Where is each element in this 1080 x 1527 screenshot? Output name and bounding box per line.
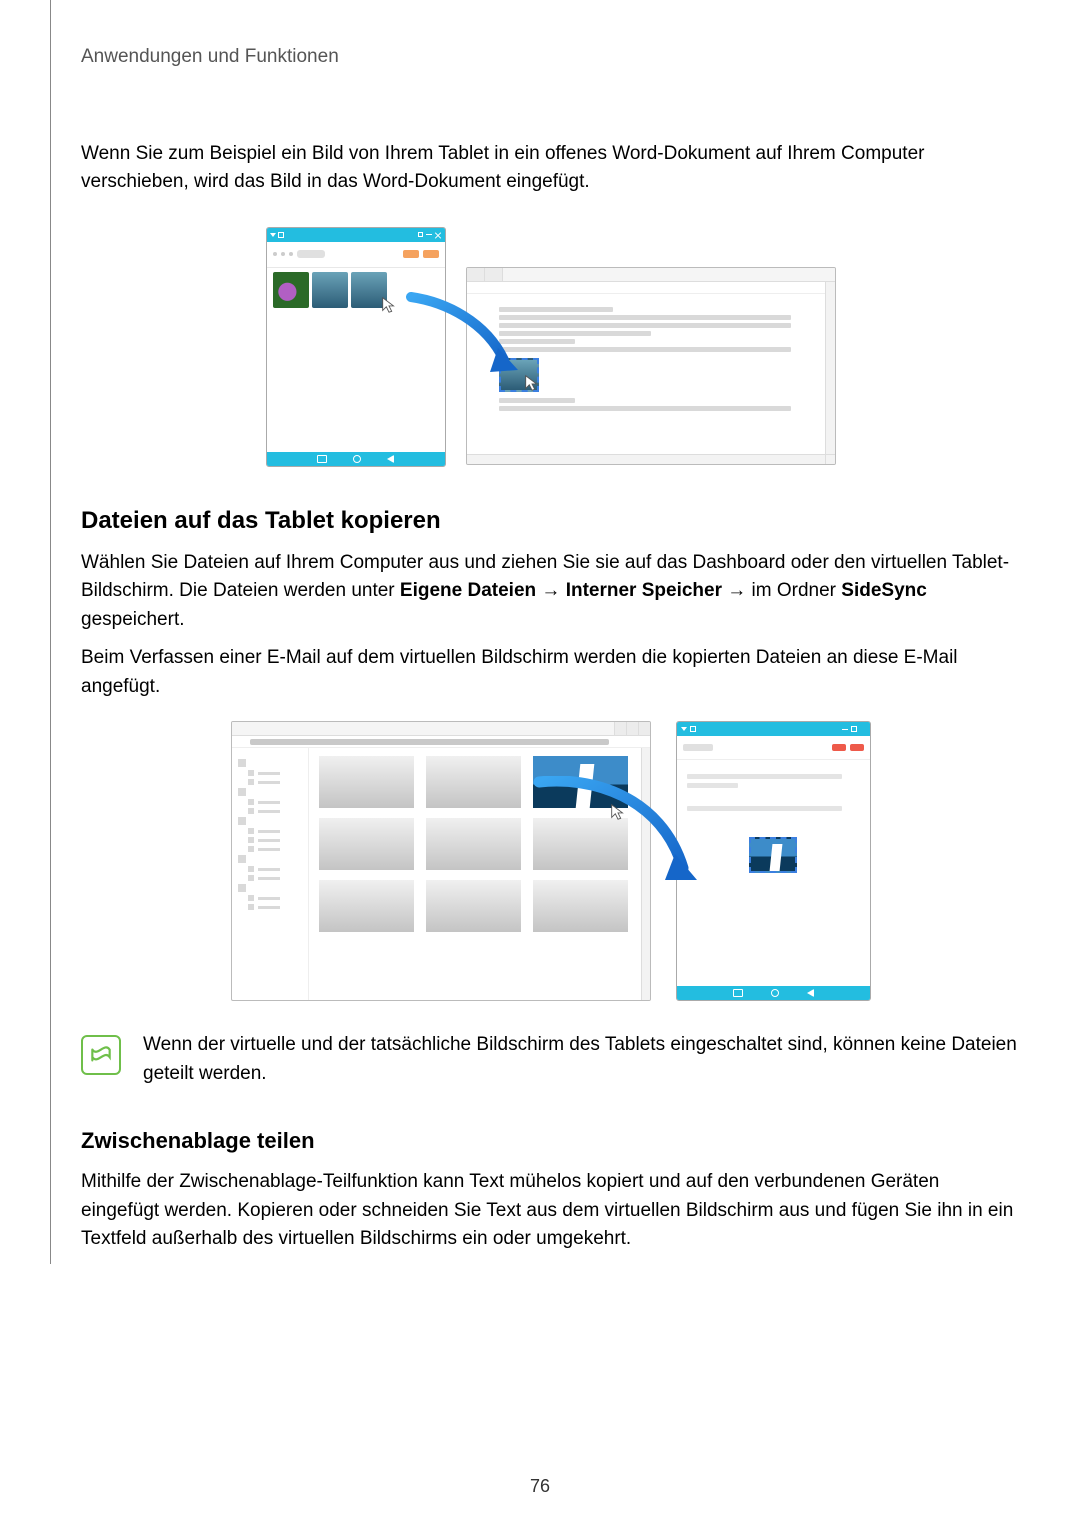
file-thumbnail-pane [308, 748, 650, 1000]
file-thumbnail [319, 756, 414, 808]
close-icon [435, 232, 441, 238]
file-thumbnail [426, 880, 521, 932]
page-number: 76 [530, 1476, 550, 1497]
path-segment: Interner Speicher [566, 580, 722, 601]
tablet-titlebar [267, 228, 445, 242]
back-icon [807, 989, 814, 997]
restore-icon [851, 726, 857, 732]
file-explorer-window [231, 721, 651, 1001]
heading-copy-files-to-tablet: Dateien auf das Tablet kopieren [81, 507, 1020, 535]
attached-image-placeholder [749, 837, 797, 873]
fullscreen-icon [690, 726, 696, 732]
figure-explorer-to-tablet [231, 721, 871, 1001]
thumbnail-image [273, 272, 309, 308]
virtual-tablet-window [676, 721, 871, 1001]
cursor-icon [380, 296, 398, 314]
home-icon [353, 455, 361, 463]
note-callout: Wenn der virtuelle und der tatsächliche … [81, 1031, 1020, 1088]
tablet-navbar [677, 986, 870, 1000]
file-thumbnail [319, 880, 414, 932]
file-thumbnail [319, 818, 414, 870]
intro-paragraph: Wenn Sie zum Beispiel ein Bild von Ihrem… [81, 140, 1020, 197]
breadcrumb-header: Anwendungen und Funktionen [81, 45, 1020, 70]
file-thumbnail [426, 756, 521, 808]
tablet-titlebar [677, 722, 870, 736]
email-compose-body [677, 760, 870, 883]
close-icon [860, 726, 866, 732]
gallery-thumbnails [267, 268, 445, 312]
figure-tablet-to-word [81, 227, 1020, 467]
folder-tree [232, 748, 308, 1000]
restore-icon [426, 234, 432, 235]
virtual-tablet-window [266, 227, 446, 467]
dropdown-icon [270, 233, 276, 237]
word-document-window [466, 267, 836, 465]
dropped-image-placeholder [499, 358, 539, 392]
section1-paragraph1: Wählen Sie Dateien auf Ihrem Computer au… [81, 549, 1020, 635]
file-thumbnail-selected [533, 756, 628, 808]
note-icon [81, 1035, 121, 1075]
text-fragment: gespeichert. [81, 609, 185, 630]
document-body [467, 294, 835, 424]
file-thumbnail [533, 818, 628, 870]
heading-share-clipboard: Zwischenablage teilen [81, 1128, 1020, 1154]
path-segment: SideSync [841, 580, 927, 601]
file-thumbnail [533, 880, 628, 932]
home-icon [771, 989, 779, 997]
arrow-separator: → [536, 580, 566, 601]
tablet-toolbar [267, 242, 445, 268]
recent-apps-icon [733, 989, 743, 997]
path-segment: Eigene Dateien [400, 580, 536, 601]
fullscreen-icon [278, 232, 284, 238]
arrow-separator: → [722, 580, 752, 601]
text-fragment: im Ordner [752, 580, 842, 601]
note-text: Wenn der virtuelle und der tatsächliche … [143, 1031, 1020, 1088]
cursor-icon [609, 803, 627, 821]
tablet-navbar [267, 452, 445, 466]
back-icon [387, 455, 394, 463]
section1-paragraph2: Beim Verfassen einer E-Mail auf dem virt… [81, 644, 1020, 701]
minimize-icon [418, 232, 423, 237]
minimize-icon [842, 729, 848, 730]
dropdown-icon [681, 727, 687, 731]
recent-apps-icon [317, 455, 327, 463]
thumbnail-image [312, 272, 348, 308]
cursor-icon [523, 374, 541, 392]
tablet-toolbar [677, 736, 870, 760]
file-thumbnail [426, 818, 521, 870]
section2-paragraph: Mithilfe der Zwischenablage-Teilfunktion… [81, 1168, 1020, 1254]
